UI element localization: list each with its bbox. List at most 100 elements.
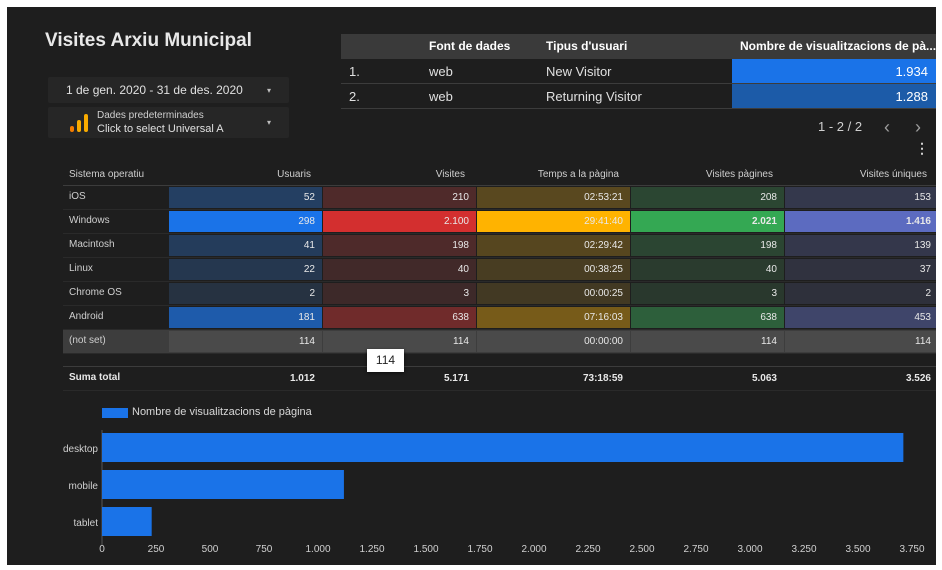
total-value: 73:18:59 [582,373,623,384]
date-range-text: 1 de gen. 2020 - 31 de des. 2020 [66,83,243,97]
cell-value: 00:00:00 [584,336,623,347]
y-tick-label: desktop [63,444,98,455]
x-tick-label: 3.250 [791,544,816,555]
heatmap-cell: 40 [323,259,476,280]
chevron-left-icon[interactable]: ‹ [884,117,890,138]
cell-value: 52 [303,192,315,203]
os-table: Sistema operatiu Usuaris Visites Temps a… [63,164,936,391]
chevron-right-icon[interactable]: › [915,117,921,138]
heatmap-cell: 3 [323,283,476,304]
header-data-source[interactable]: Font de dades [429,39,510,53]
header-unique-visits[interactable]: Visites úniques [860,169,927,180]
heatmap-cell: 22 [169,259,322,280]
total-row: Suma total 1.012 5.171 73:18:59 5.063 3.526 [63,366,936,391]
header-pages-visited[interactable]: Visites pàgines [706,169,773,180]
bar-mobile[interactable] [102,470,344,499]
heatmap-cell: 2.100 [323,211,476,232]
heatmap-cell: 298 [169,211,322,232]
table-row: Windows 298 2.100 29:41:40 2.021 1.416 [63,210,936,234]
total-label: Suma total [69,372,121,383]
row-number: 1. [349,64,360,79]
row-number: 2. [349,89,360,104]
table-row: 1. web New Visitor 1.934 [341,59,936,84]
heatmap-cell: 198 [323,235,476,256]
cell-value: 298 [298,216,315,227]
tooltip: 114 [367,349,404,372]
cell-value: 22 [303,264,315,275]
cell-value: 2 [309,288,315,299]
y-tick-label: mobile [69,481,99,492]
table-row: (not set) 114 114 00:00:00 114 114 [63,330,936,354]
cell-value: 02:29:42 [584,240,623,251]
heatmap-cell: 00:00:25 [477,283,630,304]
views-bar-cell: 1.288 [732,84,936,108]
heatmap-cell: 29:41:40 [477,211,630,232]
heatmap-cell: 638 [323,307,476,328]
total-value: 3.526 [905,373,931,384]
row-os-label: (not set) [69,335,106,346]
os-table-body: iOS 52 210 02:53:21 208 153 Windows 298 2.100 29:… [63,186,936,354]
cell-value: 41 [303,240,315,251]
cell-value: 3 [463,288,469,299]
views-bar-cell: 1.934 [732,59,936,83]
chevron-down-icon: ▾ [267,118,272,127]
row-os-label: Linux [69,263,93,274]
heatmap-cell: 2.021 [631,211,784,232]
cell-value: 1.416 [905,216,931,227]
report-canvas: Visites Arxiu Municipal 1 de gen. 2020 -… [7,7,936,565]
total-value: 5.063 [751,373,777,384]
row-user-type: New Visitor [546,64,612,79]
bar-desktop[interactable] [102,433,904,462]
heatmap-cell: 00:38:25 [477,259,630,280]
header-visits[interactable]: Visites [436,169,465,180]
cell-value: 2 [925,288,931,299]
pagination-range: 1 - 2 / 2 [818,119,863,134]
table-row: iOS 52 210 02:53:21 208 153 [63,186,936,210]
cell-value: 198 [452,240,469,251]
x-tick-label: 3.500 [845,544,870,555]
cell-value: 00:38:25 [584,264,623,275]
heatmap-cell: 52 [169,187,322,208]
cell-value: 181 [298,312,315,323]
x-tick-label: 1.250 [359,544,384,555]
data-source-control[interactable]: Dades predeterminades Click to select Un… [48,107,289,138]
cell-value: 00:00:25 [584,288,623,299]
y-tick-label: tablet [74,518,99,529]
cell-value: 3 [771,288,777,299]
report-title: Visites Arxiu Municipal [45,30,252,51]
pageviews-by-device-chart: Nombre de visualitzacions de pàgina desk… [7,397,936,565]
cell-value: 29:41:40 [584,216,623,227]
heatmap-cell: 2 [169,283,322,304]
header-users[interactable]: Usuaris [277,169,311,180]
cell-value: 2.021 [751,216,777,227]
x-tick-label: 0 [99,544,105,555]
heatmap-cell: 208 [631,187,784,208]
heatmap-cell: 114 [631,331,784,352]
date-range-control[interactable]: 1 de gen. 2020 - 31 de des. 2020 ▾ [48,77,289,103]
cell-value: 37 [919,264,931,275]
total-cell: 1.012 [169,368,322,389]
cell-value: 638 [760,312,777,323]
more-options-icon[interactable]: ⋮ [915,140,929,157]
visitor-type-table: Font de dades Tipus d'usuari Nombre de v… [341,34,936,109]
x-tick-label: 2.250 [575,544,600,555]
x-tick-label: 3.750 [899,544,924,555]
bar-tablet[interactable] [102,507,152,536]
x-tick-label: 1.750 [467,544,492,555]
table-row: Android 181 638 07:16:03 638 453 [63,306,936,330]
heatmap-cell: 1.416 [785,211,936,232]
cell-value: 2.100 [443,216,469,227]
cell-value: 114 [915,336,931,347]
cell-value: 453 [914,312,931,323]
row-os-label: Windows [69,215,110,226]
cell-value: 638 [452,312,469,323]
header-page-views[interactable]: Nombre de visualitzacions de pà... [740,39,936,53]
header-os[interactable]: Sistema operatiu [69,169,144,180]
x-tick-label: 750 [256,544,273,555]
x-tick-label: 250 [148,544,165,555]
x-tick-label: 1.500 [413,544,438,555]
header-user-type[interactable]: Tipus d'usuari [546,39,627,53]
heatmap-cell: 453 [785,307,936,328]
header-time-on-page[interactable]: Temps a la pàgina [538,169,619,180]
table-row: Macintosh 41 198 02:29:42 198 139 [63,234,936,258]
